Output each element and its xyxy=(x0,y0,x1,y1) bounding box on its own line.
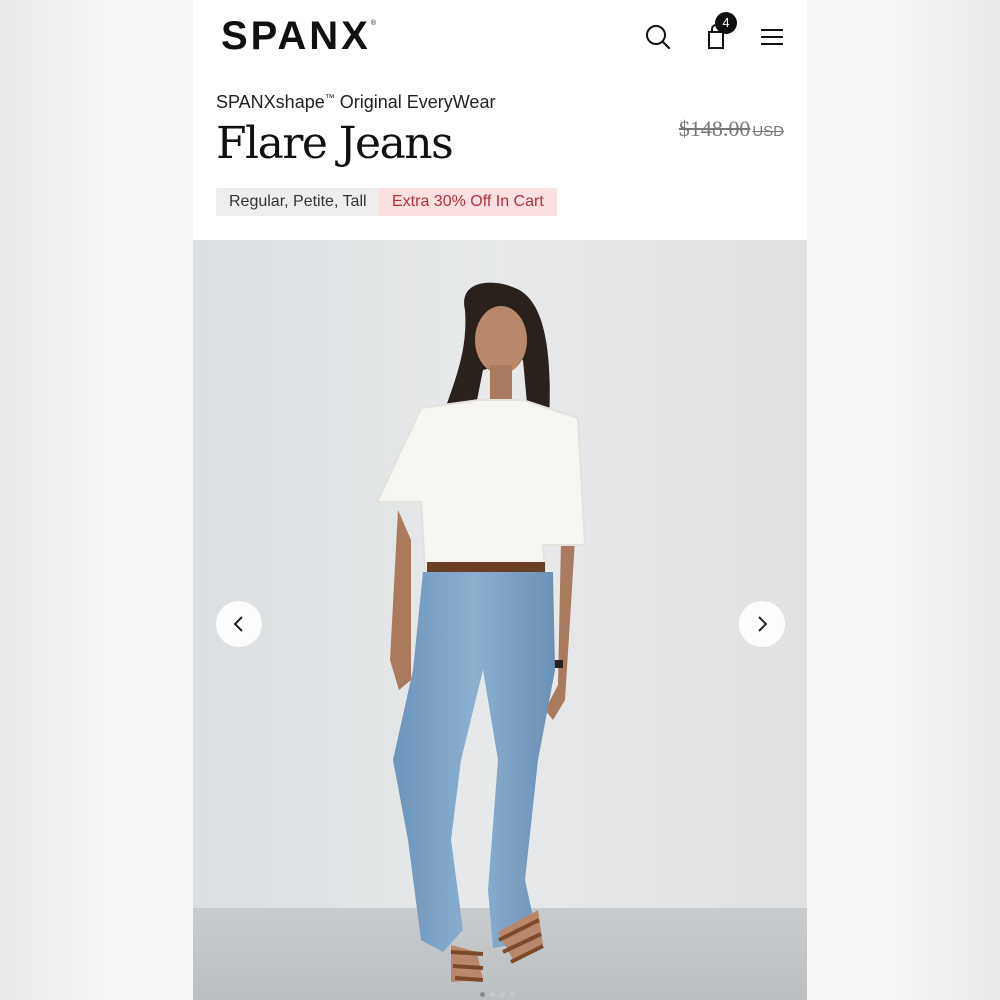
hamburger-menu-icon[interactable] xyxy=(757,22,787,52)
product-title: Flare Jeans xyxy=(216,118,454,169)
previous-image-button[interactable] xyxy=(216,601,262,647)
next-image-button[interactable] xyxy=(739,601,785,647)
original-price: $148.00 USD xyxy=(679,116,784,142)
product-line: SPANXshape™ Original EveryWear xyxy=(216,92,495,113)
product-line-suffix: Original EveryWear xyxy=(334,92,496,112)
sizes-tag: Regular, Petite, Tall xyxy=(216,188,380,216)
cart-count-badge: 4 xyxy=(715,12,737,34)
site-header: SPANX® 4 xyxy=(193,0,807,76)
product-page: SPANX® 4 SPANXshape™ Original EveryWear … xyxy=(193,0,807,1000)
carousel-pagination xyxy=(480,992,515,997)
carousel-dot[interactable] xyxy=(510,992,515,997)
chevron-left-icon xyxy=(233,616,243,632)
carousel-dot[interactable] xyxy=(480,992,485,997)
carousel-dot[interactable] xyxy=(500,992,505,997)
trademark-mark: ™ xyxy=(324,93,335,104)
original-price-amount: $148.00 xyxy=(678,116,751,141)
promo-tag: Extra 30% Off In Cart xyxy=(379,188,557,216)
search-icon[interactable] xyxy=(643,22,673,52)
registered-mark: ® xyxy=(370,20,377,27)
original-price-currency: USD xyxy=(752,123,784,140)
product-photo xyxy=(193,240,807,1000)
spanx-logo[interactable]: SPANX® xyxy=(221,14,376,59)
product-image-carousel[interactable] xyxy=(193,240,807,1000)
logo-text: SPANX xyxy=(221,14,371,58)
chevron-right-icon xyxy=(758,616,768,632)
product-line-name: SPANXshape xyxy=(216,92,325,112)
carousel-dot[interactable] xyxy=(490,992,495,997)
